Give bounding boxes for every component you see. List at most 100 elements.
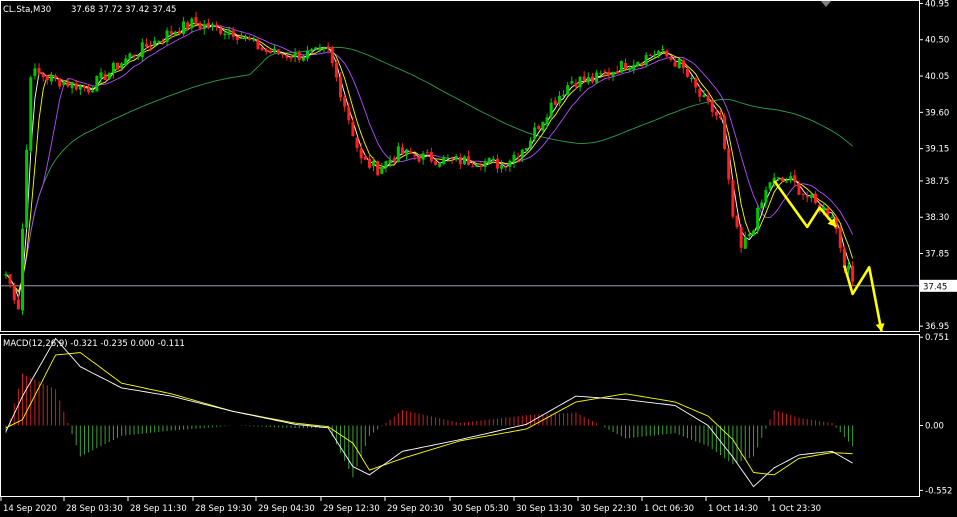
candle-body bbox=[462, 156, 466, 165]
candle-body bbox=[78, 85, 82, 90]
candle-body bbox=[669, 56, 673, 61]
time-tick-label: 30 Sep 05:30 bbox=[452, 504, 509, 514]
candle-body bbox=[339, 77, 343, 98]
candle-body bbox=[330, 47, 334, 64]
candle-body bbox=[186, 22, 190, 29]
candle-body bbox=[128, 53, 132, 59]
candle-body bbox=[87, 87, 91, 93]
candle-body bbox=[702, 95, 706, 98]
macd-label: MACD(12,26,9) -0.321 -0.235 0.000 -0.111 bbox=[3, 339, 185, 349]
candle-body bbox=[4, 273, 8, 276]
candle-body bbox=[768, 182, 772, 189]
price-tick-label: 36.95 bbox=[925, 322, 949, 332]
candle-body bbox=[8, 274, 12, 284]
candle-body bbox=[190, 18, 194, 29]
candle-body bbox=[562, 94, 566, 96]
price-tick-label: 40.05 bbox=[925, 72, 949, 82]
candle-body bbox=[553, 100, 557, 105]
candle-body bbox=[842, 248, 846, 268]
candle-body bbox=[16, 299, 20, 310]
candle-body bbox=[685, 68, 689, 77]
candle-body bbox=[487, 158, 491, 163]
candle-body bbox=[103, 74, 107, 81]
candle-body bbox=[541, 122, 545, 131]
candle-body bbox=[111, 62, 115, 73]
time-tick-label: 1 Oct 23:30 bbox=[771, 504, 821, 514]
candle-body bbox=[644, 55, 648, 65]
symbol-label: CL.Sta,M30 bbox=[3, 5, 51, 15]
candle-body bbox=[805, 196, 809, 198]
candle-body bbox=[49, 75, 53, 82]
candle-body bbox=[248, 37, 252, 40]
candle-body bbox=[21, 228, 25, 311]
candle-body bbox=[355, 137, 359, 149]
price-tick-label: 38.30 bbox=[925, 213, 949, 223]
time-tick-label: 29 Sep 04:30 bbox=[258, 504, 315, 514]
candle-body bbox=[706, 95, 710, 101]
trading-chart[interactable]: 40.95 40.50 40.05 39.60 39.15 38.75 38.30 37.85… bbox=[0, 0, 957, 517]
candle-body bbox=[392, 158, 396, 162]
candle-body bbox=[595, 72, 599, 83]
candle-body bbox=[322, 47, 326, 49]
candle-body bbox=[310, 49, 314, 51]
candle-body bbox=[479, 165, 483, 167]
candle-body bbox=[611, 71, 615, 77]
candle-body bbox=[169, 31, 173, 34]
candle-body bbox=[830, 217, 834, 219]
candle-body bbox=[136, 55, 140, 57]
candle-body bbox=[380, 167, 384, 174]
candle-body bbox=[376, 161, 380, 176]
candle-body bbox=[752, 230, 756, 236]
candle-body bbox=[454, 155, 458, 160]
candle-body bbox=[648, 55, 652, 57]
candle-body bbox=[264, 49, 268, 52]
candle-body bbox=[289, 56, 293, 59]
candle-body bbox=[388, 159, 392, 163]
candle-body bbox=[714, 111, 718, 116]
candle-body bbox=[227, 31, 231, 36]
macd-tick-label: 0.00 bbox=[925, 421, 944, 431]
candle-body bbox=[491, 158, 495, 161]
candle-body bbox=[698, 89, 702, 97]
candle-body bbox=[764, 190, 768, 203]
candle-body bbox=[425, 152, 429, 154]
current-price-tag: 37.45 bbox=[920, 279, 957, 292]
candle-body bbox=[318, 47, 322, 49]
time-tick-label: 30 Sep 22:30 bbox=[580, 504, 637, 514]
candle-body bbox=[66, 81, 70, 87]
candle-body bbox=[760, 202, 764, 209]
candle-body bbox=[334, 63, 338, 78]
time-tick-label: 1 Oct 14:30 bbox=[708, 504, 758, 514]
candle-body bbox=[239, 37, 243, 39]
candle-body bbox=[735, 215, 739, 228]
candle-body bbox=[107, 72, 111, 80]
candle-body bbox=[120, 63, 124, 68]
candle-body bbox=[297, 52, 301, 61]
candle-body bbox=[785, 181, 789, 183]
candle-body bbox=[12, 284, 16, 301]
price-tick-label: 39.15 bbox=[925, 145, 949, 155]
candle-body bbox=[351, 121, 355, 137]
candle-body bbox=[421, 153, 425, 160]
candle-body bbox=[739, 227, 743, 248]
candle-body bbox=[235, 36, 239, 41]
candle-body bbox=[529, 140, 533, 148]
candle-body bbox=[756, 208, 760, 231]
candle-body bbox=[516, 156, 520, 158]
candle-body bbox=[359, 148, 363, 159]
candle-body bbox=[99, 72, 103, 78]
candle-body bbox=[223, 33, 227, 36]
candle-body bbox=[405, 149, 409, 156]
candle-body bbox=[504, 166, 508, 168]
candle-body bbox=[652, 54, 656, 56]
candle-body bbox=[780, 177, 784, 181]
time-tick-label: 28 Sep 19:30 bbox=[195, 504, 252, 514]
candle-body bbox=[215, 24, 219, 27]
candle-body bbox=[632, 64, 636, 70]
candle-body bbox=[545, 117, 549, 125]
candle-body bbox=[413, 154, 417, 157]
candle-body bbox=[640, 63, 644, 65]
candle-body bbox=[326, 46, 330, 49]
candle-body bbox=[731, 180, 735, 217]
candle-body bbox=[268, 50, 272, 54]
